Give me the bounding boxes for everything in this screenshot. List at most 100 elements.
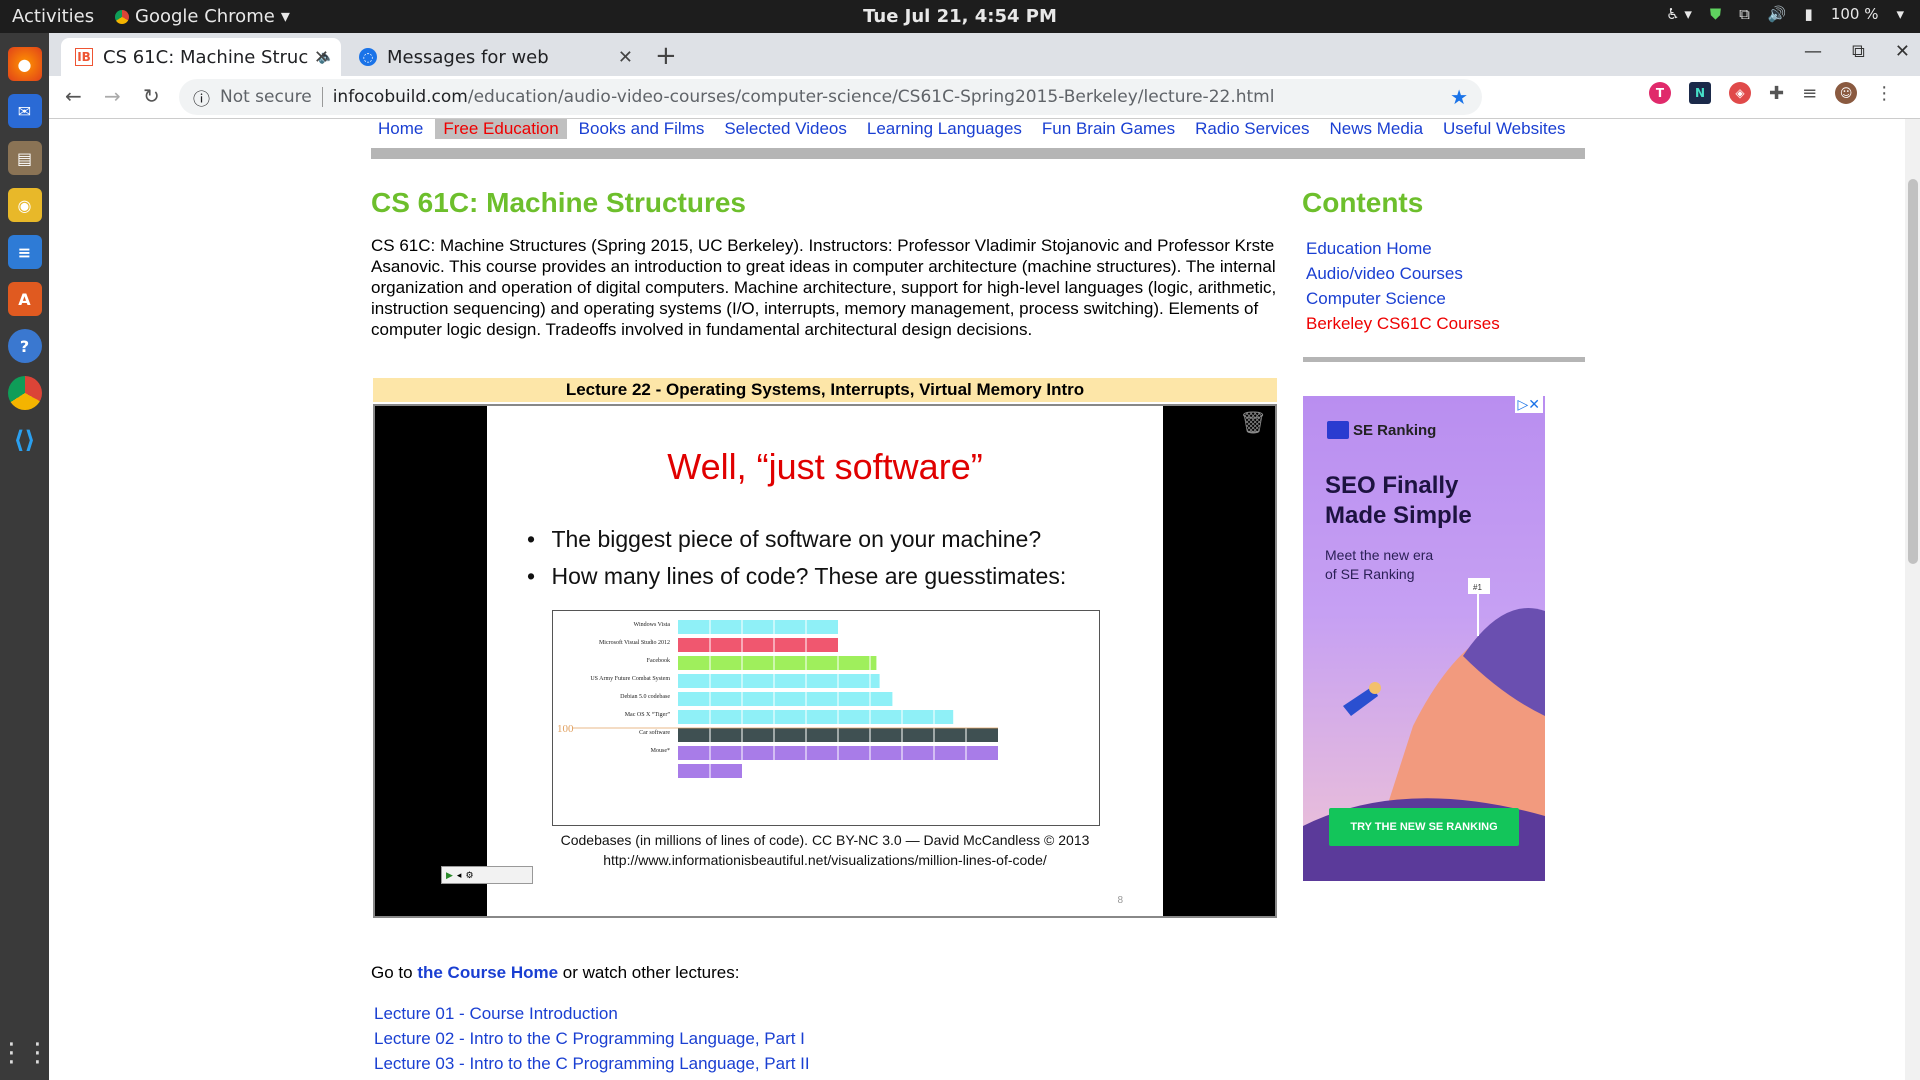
divider bbox=[1303, 357, 1585, 362]
menu-books-films[interactable]: Books and Films bbox=[571, 119, 713, 139]
reload-icon[interactable]: ↻ bbox=[143, 84, 160, 108]
course-home-link[interactable]: the Course Home bbox=[417, 963, 558, 982]
restore-icon[interactable]: ⧉ bbox=[1852, 41, 1865, 62]
lecture-link[interactable]: Lecture 01 - Course Introduction bbox=[374, 1001, 810, 1026]
page-title: CS 61C: Machine Structures bbox=[371, 187, 746, 218]
lecture-list: Lecture 01 - Course Introduction Lecture… bbox=[374, 1001, 810, 1076]
scrollbar-thumb[interactable] bbox=[1908, 179, 1918, 564]
video-controls[interactable]: ▶ ◂ ⚙ bbox=[441, 866, 533, 884]
menu-useful-websites[interactable]: Useful Websites bbox=[1435, 119, 1574, 139]
ext-t-icon[interactable]: T bbox=[1649, 82, 1671, 104]
chart-category-label: Car software bbox=[639, 729, 670, 736]
writer-icon[interactable]: ≡ bbox=[7, 235, 42, 269]
page-scrollbar[interactable] bbox=[1905, 119, 1920, 1080]
network-icon[interactable]: ⧉ bbox=[1739, 5, 1750, 23]
messages-icon: ◌ bbox=[359, 48, 377, 66]
new-tab-button[interactable]: + bbox=[655, 41, 677, 71]
tab-cs61c[interactable]: IB CS 61C: Machine Struc 🔈 ✕ bbox=[61, 38, 341, 76]
slide-bullet: How many lines of code? These are guesst… bbox=[527, 563, 1066, 590]
close-tab-icon[interactable]: ✕ bbox=[618, 47, 633, 68]
volume-icon[interactable]: ◂ bbox=[457, 870, 462, 881]
play-icon[interactable]: ▶ bbox=[446, 870, 453, 881]
url-host: infocobuild.com bbox=[332, 87, 468, 107]
chart-svg: Windows Vista Microsoft Visual Studio 201… bbox=[557, 620, 998, 778]
rhythmbox-icon[interactable]: ◉ bbox=[7, 188, 42, 222]
menu-fun-brain-games[interactable]: Fun Brain Games bbox=[1034, 119, 1183, 139]
divider bbox=[371, 148, 1585, 159]
system-tray[interactable]: ♿ ▾ ⛊ ⧉ 🔊 ▮ 100 % ▾ bbox=[1666, 5, 1904, 23]
bookmark-star-icon[interactable]: ★ bbox=[1450, 85, 1468, 109]
advertisement[interactable]: ▷✕ SE Ranking SEO Finally Made Simple Mee… bbox=[1303, 396, 1545, 881]
chart-category-label: Windows Vista bbox=[634, 622, 671, 628]
contents-link-berkeley[interactable]: Berkeley CS61C Courses bbox=[1306, 311, 1500, 336]
shield-icon[interactable]: ⛊ bbox=[1710, 5, 1721, 23]
vscode-icon[interactable]: ⟨⟩ bbox=[8, 423, 42, 457]
video-player[interactable]: Well, “just software” The biggest piece … bbox=[373, 404, 1277, 918]
close-tab-icon[interactable]: ✕ bbox=[314, 47, 329, 68]
minimize-icon[interactable]: — bbox=[1804, 41, 1822, 62]
settings-icon[interactable]: ⚙ bbox=[465, 870, 473, 881]
chevron-down-icon[interactable]: ▾ bbox=[1896, 5, 1904, 23]
profile-avatar[interactable]: ☺ bbox=[1835, 82, 1858, 104]
contents-title: Contents bbox=[1302, 187, 1424, 218]
tab-title: CS 61C: Machine Struc bbox=[103, 46, 309, 68]
goto-line: Go to the Course Home or watch other lec… bbox=[371, 963, 740, 982]
codebase-chart: Windows Vista Microsoft Visual Studio 201… bbox=[552, 610, 1100, 826]
infocobuild-favicon: IB bbox=[75, 48, 93, 66]
ext-n-icon[interactable]: N bbox=[1689, 82, 1711, 104]
system-topbar: Activities Google Chrome ▾ Tue Jul 21, 4:… bbox=[0, 0, 1920, 33]
thunderbird-icon[interactable]: ✉ bbox=[7, 94, 42, 128]
help-icon[interactable]: ? bbox=[7, 329, 42, 363]
battery-icon[interactable]: ▮ bbox=[1805, 5, 1813, 23]
dock: ● ✉ ▤ ◉ ≡ A ? ⟨⟩ ⋮⋮ bbox=[0, 33, 51, 1080]
slide-page-number: 8 bbox=[1117, 895, 1123, 906]
menu-kebab-icon[interactable]: ⋮ bbox=[1875, 83, 1893, 104]
contents-link-computer-science[interactable]: Computer Science bbox=[1306, 286, 1500, 311]
slide-bullets: The biggest piece of software on your ma… bbox=[527, 526, 1066, 600]
back-icon[interactable]: ← bbox=[65, 84, 82, 108]
chrome-dock-icon[interactable] bbox=[7, 376, 42, 410]
lecture-link[interactable]: Lecture 03 - Intro to the C Programming … bbox=[374, 1051, 810, 1076]
ad-cta-button[interactable]: TRY THE NEW SE RANKING bbox=[1329, 808, 1519, 846]
software-icon[interactable]: A bbox=[7, 282, 42, 316]
chart-category-label: Debian 5.0 codebase bbox=[620, 694, 670, 700]
menu-selected-videos[interactable]: Selected Videos bbox=[716, 119, 855, 139]
media-control-icon[interactable]: ≡ bbox=[1802, 83, 1817, 104]
menu-radio-services[interactable]: Radio Services bbox=[1187, 119, 1317, 139]
lecture-link[interactable]: Lecture 02 - Intro to the C Programming … bbox=[374, 1026, 810, 1051]
accessibility-icon[interactable]: ♿ ▾ bbox=[1666, 5, 1692, 23]
site-menu: Home Free Education Books and Films Sele… bbox=[370, 119, 1578, 139]
menu-learning-languages[interactable]: Learning Languages bbox=[859, 119, 1030, 139]
contents-link-audio-video[interactable]: Audio/video Courses bbox=[1306, 261, 1500, 286]
close-window-icon[interactable]: ✕ bbox=[1895, 41, 1910, 62]
clock[interactable]: Tue Jul 21, 4:54 PM bbox=[0, 6, 1920, 27]
chart-bar bbox=[678, 656, 877, 670]
menu-news-media[interactable]: News Media bbox=[1321, 119, 1431, 139]
menu-home[interactable]: Home bbox=[370, 119, 431, 139]
forward-icon[interactable]: → bbox=[104, 84, 121, 108]
extensions-puzzle-icon[interactable]: ✚ bbox=[1769, 83, 1784, 104]
app-grid-icon[interactable]: ⋮⋮ bbox=[0, 1038, 51, 1068]
chart-category-label: Facebook bbox=[647, 658, 670, 664]
archive-icon[interactable]: 🗑 bbox=[1239, 410, 1267, 436]
slide-title: Well, “just software” bbox=[667, 446, 983, 487]
slide-bullet: The biggest piece of software on your ma… bbox=[527, 526, 1066, 553]
menu-free-education[interactable]: Free Education bbox=[435, 119, 567, 139]
caption-url: http://www.informationisbeautiful.net/vi… bbox=[603, 852, 1047, 868]
contents-link-education-home[interactable]: Education Home bbox=[1306, 236, 1500, 261]
slide-caption: Codebases (in millions of lines of code)… bbox=[487, 830, 1163, 870]
ext-shield-icon[interactable]: ◈ bbox=[1729, 82, 1751, 104]
window-controls: — ⧉ ✕ bbox=[1804, 41, 1910, 62]
battery-label: 100 % bbox=[1830, 5, 1879, 23]
chart-bar bbox=[678, 638, 838, 652]
firefox-icon[interactable]: ● bbox=[7, 47, 42, 81]
tab-messages[interactable]: ◌ Messages for web ✕ bbox=[345, 38, 645, 76]
browser-toolbar: ← → ↻ ⓘ Not secure infocobuild.com/educa… bbox=[49, 76, 1920, 119]
volume-icon[interactable]: 🔊 bbox=[1768, 5, 1787, 23]
info-icon[interactable]: ⓘ bbox=[193, 85, 210, 110]
caption-line: Codebases (in millions of lines of code)… bbox=[560, 832, 1090, 848]
address-bar[interactable]: ⓘ Not secure infocobuild.com/education/a… bbox=[179, 79, 1482, 115]
files-icon[interactable]: ▤ bbox=[7, 141, 42, 175]
security-label[interactable]: Not secure bbox=[220, 87, 312, 107]
url-path: /education/audio-video-courses/computer-… bbox=[467, 87, 1275, 107]
